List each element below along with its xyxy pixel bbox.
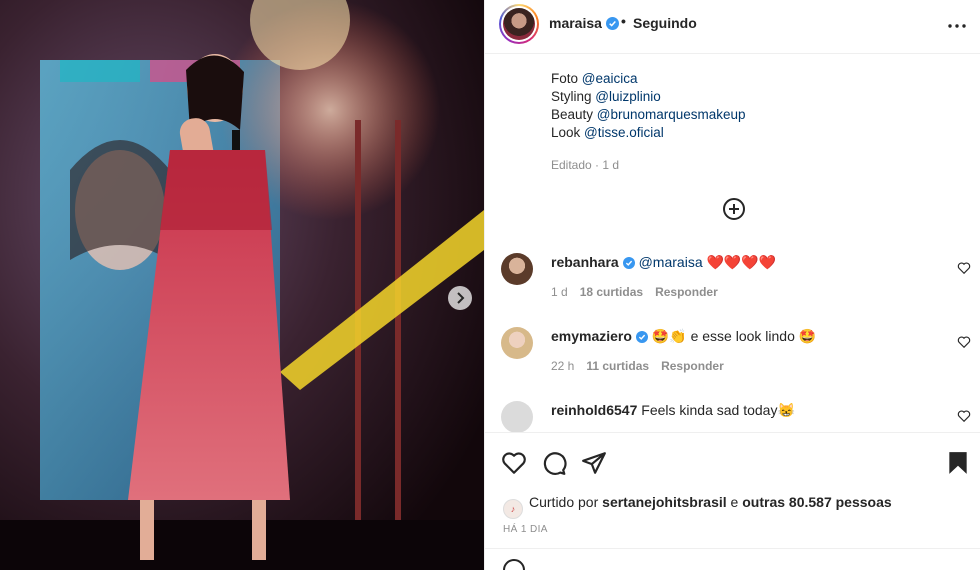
- comment-message: Feels kinda sad today😸: [641, 402, 795, 418]
- mention-link[interactable]: @brunomarquesmakeup: [597, 107, 746, 122]
- comment-text: rebanhara @maraisa ❤️❤️❤️❤️: [551, 253, 776, 271]
- comment-time: 1 d: [551, 285, 568, 299]
- caption-line: Beauty @brunomarquesmakeup: [551, 106, 951, 124]
- post-actions: ♪ Curtido por sertanejohitsbrasil e outra…: [485, 436, 980, 570]
- commenter-avatar[interactable]: [501, 327, 533, 359]
- plus-circle-icon[interactable]: [722, 197, 746, 221]
- commenter-avatar[interactable]: [501, 253, 533, 285]
- following-button[interactable]: Seguindo: [633, 15, 697, 31]
- comment-text: emymaziero 🤩👏 e esse look lindo 🤩: [551, 327, 816, 345]
- next-photo-button[interactable]: [448, 286, 472, 310]
- comment-likes[interactable]: 11 curtidas: [586, 359, 649, 373]
- likes-summary: ♪ Curtido por sertanejohitsbrasil e outra…: [503, 494, 892, 519]
- heart-icon[interactable]: [957, 335, 971, 349]
- add-comment-bar[interactable]: [485, 548, 980, 570]
- reply-button[interactable]: Responder: [661, 359, 724, 373]
- verified-badge-icon: [635, 331, 648, 343]
- mention-link[interactable]: @tisse.oficial: [584, 125, 664, 140]
- comment-message: ❤️❤️❤️❤️: [702, 254, 777, 270]
- post-header: maraisa • Seguindo: [485, 0, 980, 54]
- post-time-ago[interactable]: HÁ 1 DIA: [503, 524, 548, 535]
- comment-icon[interactable]: [541, 450, 567, 476]
- comment-meta: 22 h 11 curtidas Responder: [551, 359, 736, 373]
- commenter-username[interactable]: emymaziero: [551, 328, 632, 344]
- comment-body: @maraisa ❤️❤️❤️❤️: [639, 254, 777, 270]
- more-options-icon[interactable]: [945, 14, 969, 38]
- caption-label: Styling: [551, 89, 596, 104]
- reply-button[interactable]: Responder: [655, 285, 718, 299]
- liker-avatar[interactable]: ♪: [503, 499, 523, 519]
- liker-username[interactable]: sertanejohitsbrasil: [602, 494, 727, 510]
- emoji-icon[interactable]: [503, 559, 525, 570]
- comment-time: 22 h: [551, 359, 575, 373]
- post-caption: Foto @eaicica Styling @luizplinio Beauty…: [551, 70, 951, 142]
- commenter-username[interactable]: rebanhara: [551, 254, 619, 270]
- concert-photo: [0, 0, 484, 570]
- heart-icon[interactable]: [957, 261, 971, 275]
- likes-prefix: Curtido por: [529, 494, 603, 510]
- mention-link[interactable]: @luizplinio: [595, 89, 660, 104]
- author-username[interactable]: maraisa: [549, 15, 619, 31]
- post-photo[interactable]: [0, 0, 484, 570]
- mention-link[interactable]: @maraisa: [639, 254, 703, 270]
- verified-badge-icon: [605, 17, 619, 30]
- edited-timestamp: Editado · 1 d: [551, 158, 620, 172]
- caption-label: Look: [551, 125, 585, 140]
- caption-line: Styling @luizplinio: [551, 88, 951, 106]
- post-details-panel: maraisa • Seguindo Foto @eaicica Styling…: [484, 0, 980, 570]
- header-separator: •: [621, 13, 626, 29]
- comment-likes[interactable]: 18 curtidas: [580, 285, 643, 299]
- author-avatar[interactable]: [499, 4, 539, 44]
- comment-text: reinhold6547 Feels kinda sad today😸: [551, 401, 795, 419]
- bookmark-icon[interactable]: [945, 450, 971, 476]
- heart-icon[interactable]: [957, 409, 971, 423]
- commenter-username[interactable]: reinhold6547: [551, 402, 637, 418]
- comment-meta: 1 d 18 curtidas Responder: [551, 285, 730, 299]
- caption-line: Look @tisse.oficial: [551, 124, 951, 142]
- heart-icon[interactable]: [501, 450, 527, 476]
- verified-badge-icon: [622, 257, 635, 269]
- comment-message: 🤩👏 e esse look lindo 🤩: [651, 328, 817, 344]
- author-username-text[interactable]: maraisa: [549, 15, 602, 31]
- chevron-right-icon: [457, 292, 465, 304]
- caption-label: Foto: [551, 71, 582, 86]
- mention-link[interactable]: @eaicica: [582, 71, 638, 86]
- likes-conjunction: e: [726, 494, 743, 510]
- caption-label: Beauty: [551, 107, 597, 122]
- caption-line: Foto @eaicica: [551, 70, 951, 88]
- send-icon[interactable]: [581, 450, 607, 476]
- commenter-avatar[interactable]: [501, 401, 533, 433]
- likes-count[interactable]: outras 80.587 pessoas: [742, 494, 891, 510]
